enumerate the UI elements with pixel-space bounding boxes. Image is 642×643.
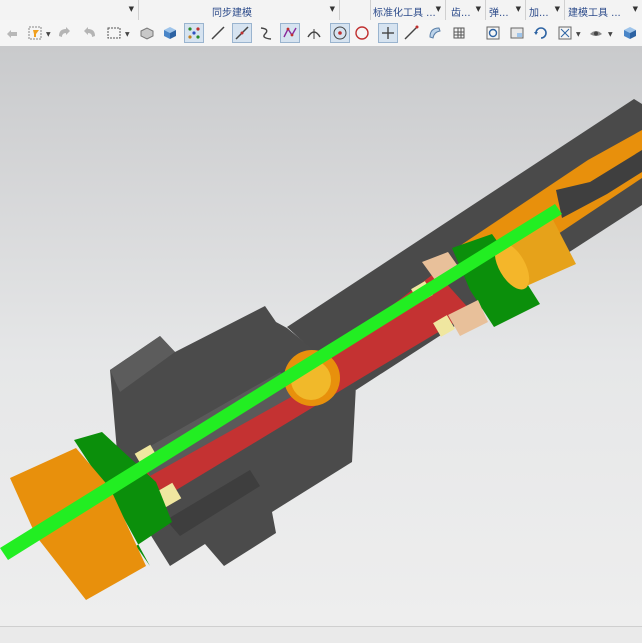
dropdown-arrow-icon[interactable]: ▼ (608, 31, 613, 38)
ribbon-group-spring[interactable]: 弹... ▼ (486, 0, 526, 20)
ribbon-group-add[interactable]: 加... ▼ (526, 0, 565, 20)
fit-view-icon[interactable] (555, 23, 575, 43)
ribbon-group-standard-tools[interactable]: 标准化工具 ... ▼ (371, 0, 446, 20)
view-window-icon[interactable] (507, 23, 527, 43)
undo-arrow-icon[interactable] (2, 23, 22, 43)
dropdown-arrow-icon[interactable]: ▼ (125, 31, 130, 38)
status-bar (0, 626, 642, 643)
chevron-down-icon[interactable]: ▼ (330, 5, 335, 13)
ribbon-group-left[interactable]: ▼ (0, 0, 139, 20)
cad-model-section-view (0, 99, 642, 600)
plus-point-icon[interactable] (378, 23, 398, 43)
ribbon-bar: ▼ 同步建模 ▼ 标准化工具 ... ▼ 齿... ▼ 弹... ▼ 加... … (0, 0, 642, 21)
chevron-down-icon[interactable]: ▼ (476, 5, 481, 13)
curve-icon[interactable] (256, 23, 276, 43)
ribbon-group-blank[interactable] (340, 0, 371, 20)
ribbon-group-sync-modeling[interactable]: 同步建模 ▼ (139, 0, 340, 20)
reverse-snap-icon[interactable] (80, 23, 100, 43)
green-wire (0, 204, 562, 560)
slant-line-icon[interactable] (401, 23, 421, 43)
graphics-viewport[interactable] (0, 46, 642, 626)
line-icon[interactable] (208, 23, 228, 43)
solid-icon[interactable] (137, 23, 157, 43)
chevron-down-icon[interactable]: ▼ (633, 5, 638, 13)
sphere-icon[interactable] (425, 23, 445, 43)
command-toolbar: ▼ ▼ ▼ ▼ (0, 20, 642, 47)
dropdown-arrow-icon[interactable]: ▼ (576, 31, 581, 38)
rotate-view-icon[interactable] (531, 23, 551, 43)
snap-points-icon[interactable] (184, 23, 204, 43)
render-style-icon[interactable] (586, 23, 606, 43)
chevron-down-icon[interactable]: ▼ (516, 5, 521, 13)
selection-box-icon[interactable] (104, 23, 124, 43)
ribbon-group-label: 弹... (489, 8, 509, 19)
angled-line-icon[interactable] (232, 23, 252, 43)
ribbon-group-label: 标准化工具 ... (373, 8, 436, 19)
tangent-arc-icon[interactable] (304, 23, 324, 43)
select-filter-icon[interactable] (25, 23, 45, 43)
ribbon-group-label: 同步建模 (212, 8, 252, 19)
ribbon-group-label: 建模工具 ... (568, 8, 621, 19)
zoom-fit-icon[interactable] (483, 23, 503, 43)
shaded-cube-icon[interactable] (620, 23, 640, 43)
chevron-down-icon[interactable]: ▼ (129, 5, 134, 13)
dropdown-arrow-icon[interactable]: ▼ (46, 31, 51, 38)
grid-icon[interactable] (449, 23, 469, 43)
rotate-snap-icon[interactable] (54, 23, 74, 43)
circle-icon[interactable] (352, 23, 372, 43)
ribbon-group-label: 齿... (451, 8, 471, 19)
cube-icon[interactable] (160, 23, 180, 43)
ribbon-group-modeling-tools[interactable]: 建模工具 ... ▼ (565, 0, 642, 20)
center-point-icon[interactable] (330, 23, 350, 43)
chevron-down-icon[interactable]: ▼ (555, 5, 560, 13)
ribbon-group-label: 加... (529, 8, 549, 19)
ribbon-group-gear[interactable]: 齿... ▼ (446, 0, 486, 20)
chevron-down-icon[interactable]: ▼ (436, 5, 441, 13)
polyline-icon[interactable] (280, 23, 300, 43)
